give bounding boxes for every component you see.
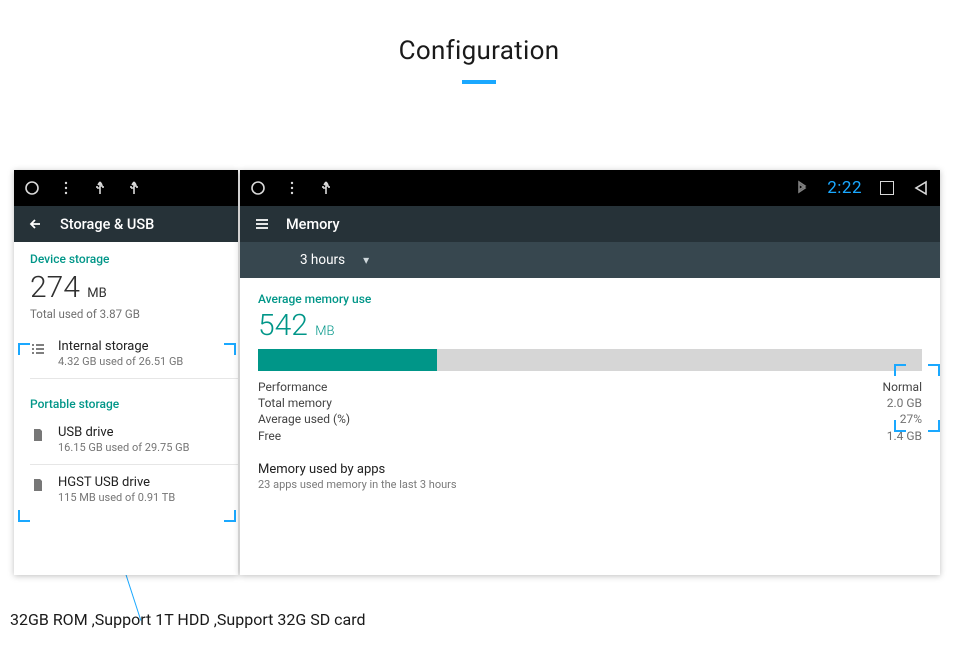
memory-timerange-label: 3 hours <box>300 252 345 268</box>
list-icon <box>30 339 46 361</box>
memory-appbar-title: Memory <box>286 216 340 233</box>
usb-drive-row[interactable]: USB drive 16.15 GB used of 29.75 GB <box>14 415 238 464</box>
memory-timerange-dropdown[interactable]: 3 hours ▾ <box>240 242 940 278</box>
usb-icon <box>92 180 108 196</box>
back-arrow-icon[interactable] <box>28 216 44 232</box>
avg-memory-label: Average memory use <box>258 278 922 308</box>
hgst-drive-title: HGST USB drive <box>58 475 175 490</box>
internal-storage-sub: 4.32 GB used of 26.51 GB <box>58 355 183 368</box>
callout-rom: 32GB ROM ,Support 1T HDD ,Support 32G SD… <box>10 610 366 629</box>
stat-total-label: Total memory <box>258 395 350 411</box>
avg-memory-unit: MB <box>315 324 334 339</box>
more-vert-icon <box>284 180 300 196</box>
status-bar-right: 2:22 <box>240 170 940 206</box>
stat-free-label: Free <box>258 428 350 444</box>
storage-panel: Storage & USB Device storage 274 MB Tota… <box>14 170 238 575</box>
storage-used-unit: MB <box>87 286 106 301</box>
sd-card-icon <box>30 425 46 447</box>
storage-appbar-title: Storage & USB <box>60 216 154 233</box>
memory-by-apps-row[interactable]: Memory used by apps 23 apps used memory … <box>258 444 922 491</box>
memory-appbar: Memory <box>240 206 940 242</box>
internal-storage-title: Internal storage <box>58 339 183 354</box>
back-triangle-icon[interactable] <box>912 179 930 197</box>
memory-by-apps-sub: 23 apps used memory in the last 3 hours <box>258 478 922 491</box>
stat-free-value: 1.4 GB <box>883 428 922 444</box>
stat-avgpct-label: Average used (%) <box>258 411 350 427</box>
stat-performance-label: Performance <box>258 379 350 395</box>
avg-memory-value: 542 <box>258 308 308 343</box>
status-clock: 2:22 <box>827 178 862 198</box>
recent-apps-icon[interactable] <box>880 181 894 195</box>
usb-drive-sub: 16.15 GB used of 29.75 GB <box>58 441 189 454</box>
circle-icon <box>250 180 266 196</box>
status-bar-left <box>14 170 238 206</box>
memory-stats: Performance Total memory Average used (%… <box>258 379 922 444</box>
bluetooth-icon <box>793 180 809 196</box>
avg-memory-value-row: 542 MB <box>258 308 922 343</box>
usb-icon <box>318 180 334 196</box>
sd-card-icon <box>30 475 46 497</box>
hgst-drive-sub: 115 MB used of 0.91 TB <box>58 491 175 504</box>
stat-performance-value: Normal <box>883 379 922 395</box>
storage-appbar: Storage & USB <box>14 206 238 242</box>
circle-icon <box>24 180 40 196</box>
internal-storage-row[interactable]: Internal storage 4.32 GB used of 26.51 G… <box>14 329 238 378</box>
usb-drive-title: USB drive <box>58 425 189 440</box>
device-storage-label: Device storage <box>14 242 238 270</box>
page-title: Configuration <box>0 36 958 66</box>
storage-used-sub: Total used of 3.87 GB <box>30 307 222 321</box>
hamburger-icon[interactable] <box>254 216 270 232</box>
memory-usage-bar <box>258 349 922 371</box>
caret-down-icon: ▾ <box>363 253 369 267</box>
more-vert-icon <box>58 180 74 196</box>
hgst-drive-row[interactable]: HGST USB drive 115 MB used of 0.91 TB <box>14 465 238 514</box>
device-storage-summary: 274 MB Total used of 3.87 GB <box>14 270 238 321</box>
memory-usage-bar-fill <box>258 349 437 371</box>
portable-storage-label: Portable storage <box>14 379 238 415</box>
page-header: Configuration <box>0 0 958 84</box>
stat-total-value: 2.0 GB <box>883 395 922 411</box>
memory-panel: 2:22 Memory 3 hours ▾ Average memory use… <box>240 170 940 575</box>
storage-used-value: 274 <box>30 270 80 305</box>
accent-bar <box>462 80 496 84</box>
stat-avgpct-value: 27% <box>883 411 922 427</box>
memory-by-apps-title: Memory used by apps <box>258 462 922 477</box>
panels: Storage & USB Device storage 274 MB Tota… <box>14 170 944 575</box>
usb-icon <box>126 180 142 196</box>
